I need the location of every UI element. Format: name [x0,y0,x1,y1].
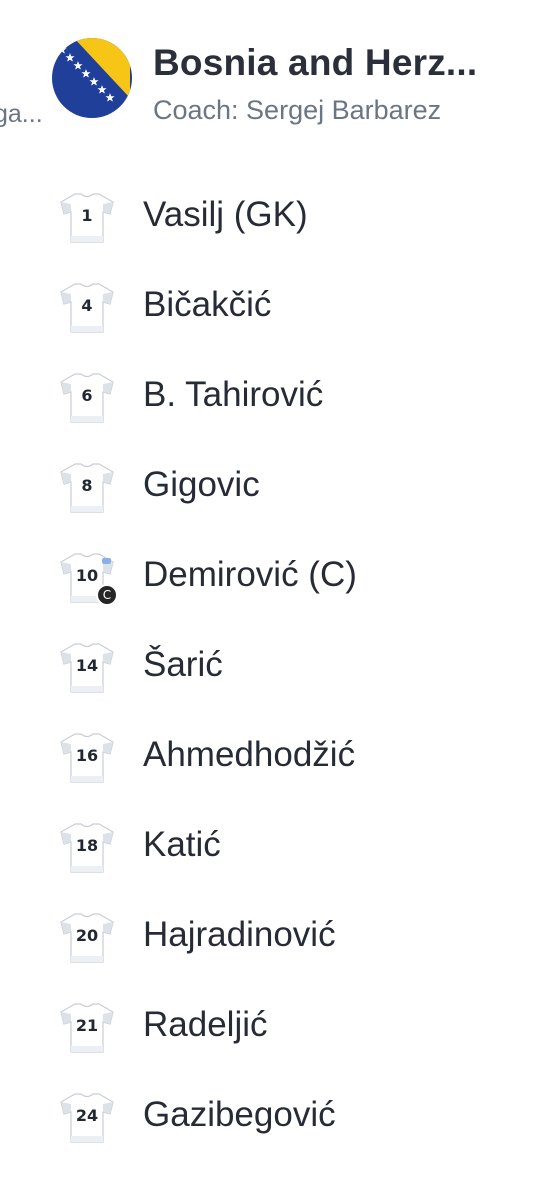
jersey-icon: 24 [55,1092,119,1144]
jersey-number: 18 [75,836,99,855]
player-name: Šarić [143,645,223,684]
player-name: B. Tahirović [143,375,324,414]
player-name: Gazibegović [143,1095,336,1134]
player-row[interactable]: 4 Bičakčić [0,260,538,350]
captain-stripe-icon [102,558,111,564]
coach-name: Coach: Sergej Barbarez [153,95,442,125]
opponent-team-truncated-text: ga... [0,100,43,128]
jersey-number: 1 [81,206,93,225]
team-header[interactable]: Bosnia and Herz... Coach: Sergej Barbare… [52,38,538,128]
player-name: Vasilj (GK) [143,195,308,234]
jersey-icon: 8 [55,462,119,514]
player-row[interactable]: 20 Hajradinović [0,890,538,980]
jersey-icon: 10 C [55,552,119,606]
jersey-icon: 1 [55,192,119,244]
player-row[interactable]: 10 C Demirović (C) [0,530,538,620]
player-name: Ahmedhodžić [143,735,356,774]
player-name: Demirović (C) [143,555,357,594]
jersey-icon: 18 [55,822,119,874]
player-row[interactable]: 6 B. Tahirović [0,350,538,440]
jersey-icon: 16 [55,732,119,784]
player-name: Radeljić [143,1005,268,1044]
player-row[interactable]: 1 Vasilj (GK) [0,170,538,260]
player-row[interactable]: 16 Ahmedhodžić [0,710,538,800]
player-row[interactable]: 14 Šarić [0,620,538,710]
jersey-number: 8 [81,476,93,495]
player-name: Hajradinović [143,915,336,954]
jersey-number: 4 [81,296,93,315]
jersey-icon: 21 [55,1002,119,1054]
jersey-number: 21 [75,1016,99,1035]
team-name: Bosnia and Herz... [153,42,478,83]
jersey-number: 24 [75,1106,99,1125]
bosnia-herzegovina-flag-icon [52,38,132,118]
player-name: Bičakčić [143,285,272,324]
jersey-icon: 4 [55,282,119,334]
jersey-number: 14 [75,656,99,675]
jersey-number: 10 [75,566,99,585]
jersey-number: 6 [81,386,93,405]
captain-badge: C [96,584,118,606]
player-row[interactable]: 8 Gigovic [0,440,538,530]
player-row[interactable]: 24 Gazibegović [0,1070,538,1160]
player-row[interactable]: 18 Katić [0,800,538,890]
jersey-icon: 6 [55,372,119,424]
player-name: Gigovic [143,465,260,504]
player-row[interactable]: 21 Radeljić [0,980,538,1070]
jersey-number: 20 [75,926,99,945]
jersey-number: 16 [75,746,99,765]
player-name: Katić [143,825,221,864]
jersey-icon: 20 [55,912,119,964]
player-list: 1 Vasilj (GK) 4 Bičakčić 6 B. Tahirović 8 Gi… [0,170,538,1160]
jersey-icon: 14 [55,642,119,694]
lineup-panel: ga... Bosnia and Herz... Coach: Sergej B… [0,0,538,1200]
